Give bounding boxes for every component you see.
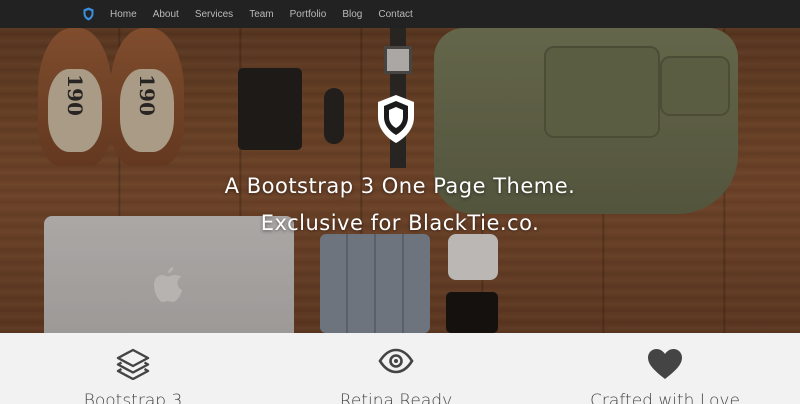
feature-retina: Retina Ready: [263, 333, 529, 404]
hero-subheadline: Exclusive for BlackTie.co.: [260, 211, 540, 235]
feature-love: Crafted with Love: [532, 333, 798, 404]
nav-item-home[interactable]: Home: [110, 9, 137, 20]
feature-title: Crafted with Love: [590, 391, 740, 404]
nav-item-team[interactable]: Team: [249, 9, 273, 20]
hero-banner: 190 190 A Bootstrap 3 One Page Theme. Ex…: [0, 28, 800, 333]
feature-bootstrap: Bootstrap 3: [0, 333, 266, 404]
shield-icon: [378, 95, 414, 143]
feature-title: Bootstrap 3: [83, 391, 183, 404]
nav-links: Home About Services Team Portfolio Blog …: [110, 0, 429, 28]
top-navbar: Home About Services Team Portfolio Blog …: [0, 0, 800, 28]
layers-icon: [116, 348, 150, 380]
eye-icon: [378, 348, 414, 374]
hero-headline: A Bootstrap 3 One Page Theme.: [224, 174, 576, 198]
features-section: Bootstrap 3 Retina Ready Crafted with Lo…: [0, 333, 800, 404]
nav-item-blog[interactable]: Blog: [342, 9, 362, 20]
nav-item-contact[interactable]: Contact: [378, 9, 412, 20]
nav-item-portfolio[interactable]: Portfolio: [290, 9, 327, 20]
nav-item-about[interactable]: About: [153, 9, 179, 20]
feature-title: Retina Ready: [339, 391, 453, 404]
shield-icon[interactable]: [83, 7, 94, 21]
nav-item-services[interactable]: Services: [195, 9, 233, 20]
heart-icon: [648, 349, 682, 379]
